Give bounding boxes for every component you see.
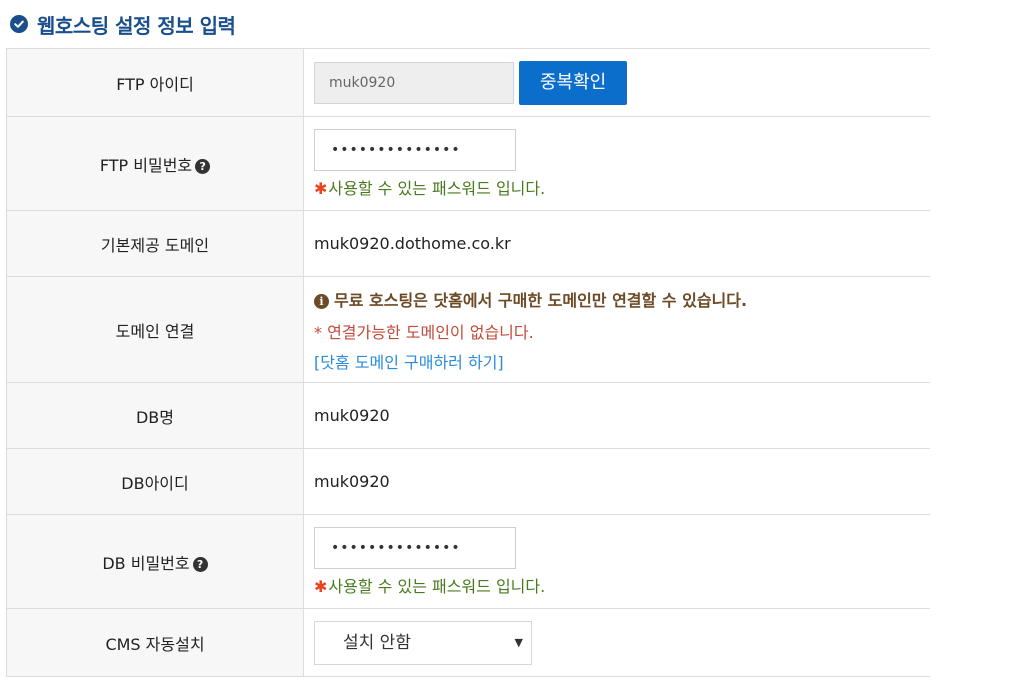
ftp-password-label: FTP 비밀번호 [99,155,193,175]
caret-down-icon: ▼ [514,635,523,649]
section-title: 웹호스팅 설정 정보 입력 [37,13,236,38]
buy-domain-link[interactable]: [닷홈 도메인 구매하러 하기] [314,349,930,373]
row-ftp-password: FTP 비밀번호? •••••••••••••• ✱사용할 수 있는 패스워드 … [6,116,930,211]
duplicate-check-button[interactable]: 중복확인 [519,60,628,105]
cms-selected-value: 설치 안함 [343,632,411,653]
ftp-id-label: FTP 아이디 [6,48,304,117]
check-circle-icon [10,15,28,33]
db-password-message: ✱사용할 수 있는 패스워드 입니다. [314,576,546,596]
asterisk-icon: ✱ [314,576,328,596]
info-circle-icon: i [314,293,329,309]
row-domain-link: 도메인 연결 i 무료 호스팅은 닷홈에서 구매한 도메인만 연결할 수 있습니다… [6,276,930,383]
db-id-value: muk0920 [303,448,930,515]
row-default-domain: 기본제공 도메인 muk0920.dothome.co.kr [6,210,930,277]
db-password-field[interactable]: •••••••••••••• [314,526,516,569]
cms-install-select[interactable]: 설치 안함 ▼ [314,620,532,665]
row-db-password: DB 비밀번호? •••••••••••••• ✱사용할 수 있는 패스워드 입… [6,514,930,609]
default-domain-label: 기본제공 도메인 [6,210,304,277]
domain-link-label: 도메인 연결 [6,276,304,383]
section-header: 웹호스팅 설정 정보 입력 [10,10,236,38]
db-password-label: DB 비밀번호 [102,553,190,573]
db-id-label: DB아이디 [6,448,304,515]
row-cms-install: CMS 자동설치 설치 안함 ▼ [6,608,930,677]
db-name-label: DB명 [6,382,304,449]
row-db-name: DB명 muk0920 [6,382,930,449]
row-ftp-id: FTP 아이디 muk0920 중복확인 [6,48,930,117]
domain-warning: * 연결가능한 도메인이 없습니다. [314,322,534,342]
hosting-settings-form: FTP 아이디 muk0920 중복확인 FTP 비밀번호? ••••••••••… [6,48,930,677]
question-circle-icon[interactable]: ? [195,158,211,174]
ftp-id-field[interactable]: muk0920 [314,61,514,104]
question-circle-icon[interactable]: ? [192,556,208,572]
default-domain-value: muk0920.dothome.co.kr [303,210,930,277]
ftp-password-message: ✱사용할 수 있는 패스워드 입니다. [314,178,546,198]
cms-install-label: CMS 자동설치 [6,608,304,677]
domain-notice: i 무료 호스팅은 닷홈에서 구매한 도메인만 연결할 수 있습니다. [314,287,930,311]
ftp-password-field[interactable]: •••••••••••••• [314,128,516,171]
asterisk-icon: ✱ [314,178,328,198]
db-name-value: muk0920 [303,382,930,449]
row-db-id: DB아이디 muk0920 [6,448,930,515]
